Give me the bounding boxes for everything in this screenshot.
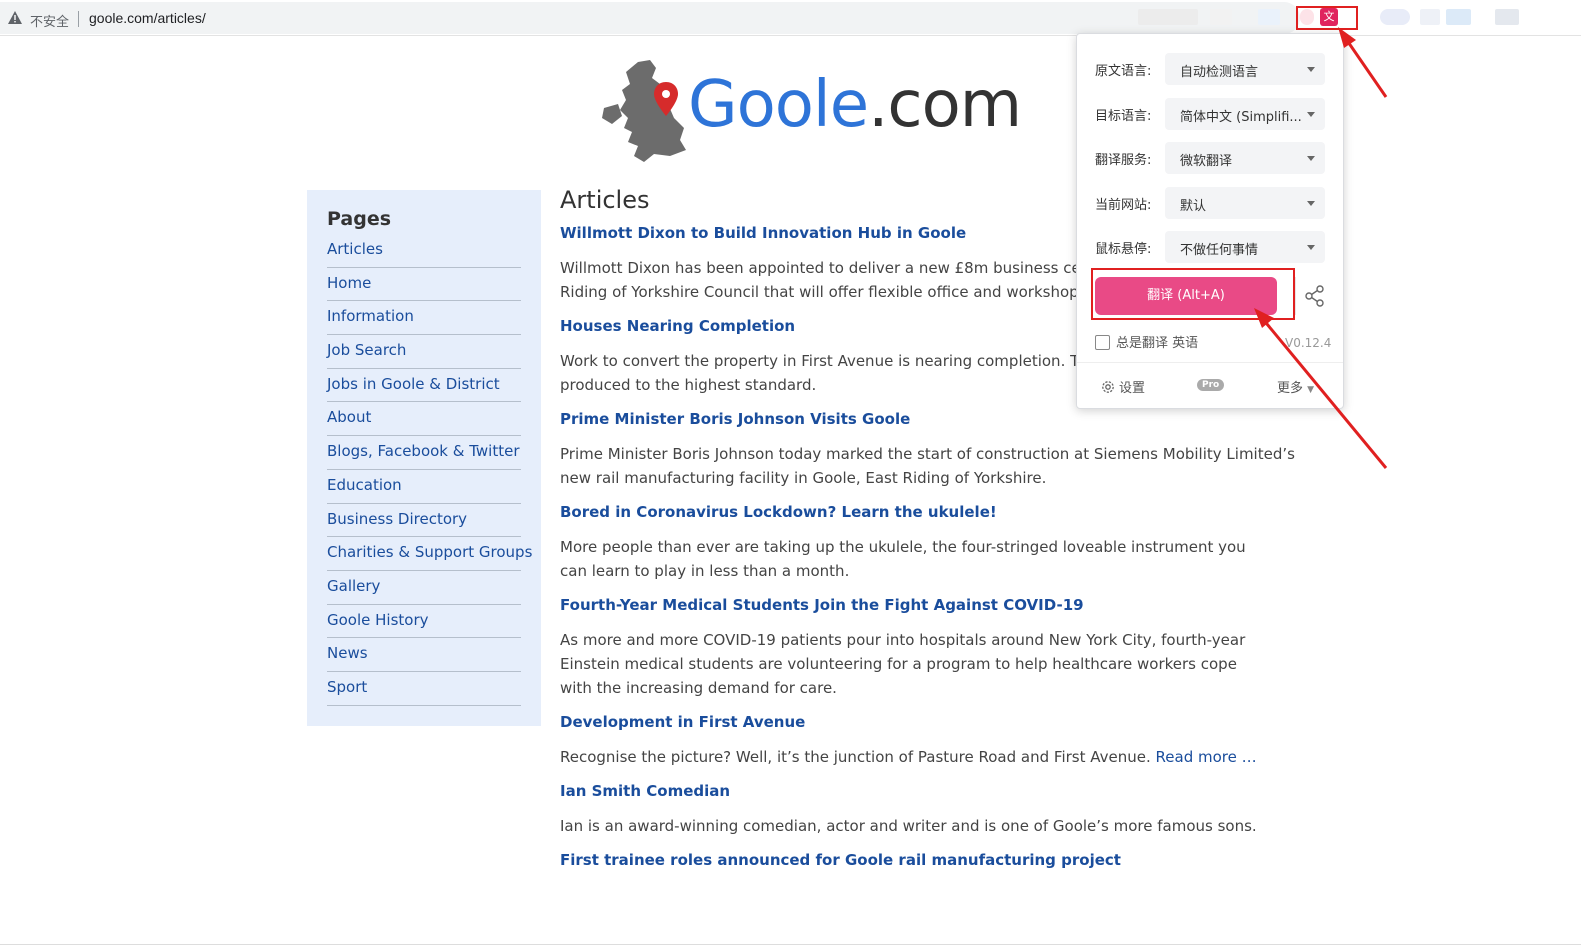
sidebar-heading: Pages bbox=[327, 208, 392, 230]
sidebar-item[interactable]: About bbox=[327, 402, 521, 437]
logo-brand: Goole bbox=[688, 68, 869, 142]
extension-icon[interactable] bbox=[1258, 9, 1280, 25]
mouse-hover-row: 鼠标悬停: 不做任何事情 bbox=[1095, 231, 1335, 263]
logo-wordmark: Goole.com bbox=[688, 68, 1022, 142]
read-more-link[interactable]: Read more … bbox=[1156, 748, 1257, 766]
sidebar-item[interactable]: Goole History bbox=[327, 605, 521, 639]
mouse-hover-select[interactable]: 不做任何事情 bbox=[1165, 231, 1325, 263]
always-translate-checkbox[interactable] bbox=[1095, 335, 1110, 350]
extension-icon[interactable] bbox=[1380, 9, 1410, 25]
extension-icon[interactable] bbox=[1138, 9, 1198, 25]
row-label: 翻译服务: bbox=[1095, 153, 1152, 168]
article-summary: Recognise the picture? Well, it’s the ju… bbox=[560, 745, 1300, 769]
always-translate-option[interactable]: 总是翻译 英语 bbox=[1095, 332, 1198, 351]
separator bbox=[78, 11, 79, 27]
pro-badge[interactable]: Pro bbox=[1197, 379, 1225, 391]
current-site-row: 当前网站: 默认 bbox=[1095, 187, 1335, 219]
sidebar-item[interactable]: Charities & Support Groups bbox=[327, 537, 532, 571]
chevron-down-icon bbox=[1307, 156, 1315, 161]
sidebar-item[interactable]: Home bbox=[327, 268, 521, 302]
current-site-select[interactable]: 默认 bbox=[1165, 187, 1325, 219]
article-title[interactable]: Ian Smith Comedian bbox=[560, 782, 1320, 800]
target-language-select[interactable]: 简体中文 (Simplifi... bbox=[1165, 98, 1325, 130]
sidebar-item[interactable]: Education bbox=[327, 470, 521, 504]
annotation-arrow bbox=[1338, 27, 1388, 98]
source-language-row: 原文语言: 自动检测语言 bbox=[1095, 53, 1335, 85]
extension-icon[interactable] bbox=[1446, 9, 1471, 25]
sidebar: Pages Articles Home Information Job Sear… bbox=[307, 190, 541, 726]
row-label: 当前网站: bbox=[1095, 198, 1152, 213]
always-translate-label: 总是翻译 英语 bbox=[1116, 336, 1199, 351]
select-value: 自动检测语言 bbox=[1180, 65, 1259, 80]
divider bbox=[0, 944, 1581, 945]
warning-icon[interactable] bbox=[8, 11, 22, 24]
article-title[interactable]: Fourth-Year Medical Students Join the Fi… bbox=[560, 596, 1320, 614]
extension-icon[interactable] bbox=[1495, 9, 1519, 25]
select-value: 不做任何事情 bbox=[1180, 243, 1259, 258]
sidebar-item[interactable]: Jobs in Goole & District bbox=[327, 369, 521, 403]
chevron-down-icon bbox=[1307, 67, 1315, 72]
source-language-select[interactable]: 自动检测语言 bbox=[1165, 53, 1325, 85]
browser-toolbar: 不安全 goole.com/articles/ 文 bbox=[0, 0, 1581, 36]
article-title[interactable]: Bored in Coronavirus Lockdown? Learn the… bbox=[560, 503, 1320, 521]
chevron-down-icon bbox=[1307, 245, 1315, 250]
sidebar-item[interactable]: Gallery bbox=[327, 571, 521, 605]
article-summary-text: Recognise the picture? Well, it’s the ju… bbox=[560, 748, 1151, 766]
share-button[interactable] bbox=[1295, 277, 1333, 315]
select-value: 简体中文 (Simplifi... bbox=[1180, 110, 1302, 125]
chevron-down-icon bbox=[1307, 201, 1315, 206]
sidebar-item[interactable]: Business Directory bbox=[327, 504, 521, 538]
article-summary: Ian is an award-winning comedian, actor … bbox=[560, 817, 1257, 835]
annotation-box bbox=[1296, 6, 1358, 30]
extension-icon[interactable] bbox=[1420, 9, 1440, 25]
article-title[interactable]: First trainee roles announced for Goole … bbox=[560, 851, 1320, 869]
row-label: 目标语言: bbox=[1095, 109, 1152, 124]
uk-map-icon bbox=[602, 60, 686, 162]
divider bbox=[1077, 362, 1343, 363]
chevron-down-icon: ▼ bbox=[1307, 385, 1315, 395]
article-summary: More people than ever are taking up the … bbox=[560, 538, 1246, 580]
chevron-down-icon bbox=[1307, 112, 1315, 117]
url-text[interactable]: goole.com/articles/ bbox=[89, 10, 206, 26]
sidebar-item[interactable]: Articles bbox=[327, 234, 521, 268]
translator-popup: 原文语言: 自动检测语言 目标语言: 简体中文 (Simplifi... 翻译服… bbox=[1076, 33, 1344, 409]
security-label[interactable]: 不安全 bbox=[30, 11, 69, 30]
target-language-row: 目标语言: 简体中文 (Simplifi... bbox=[1095, 98, 1335, 130]
sidebar-item[interactable]: Job Search bbox=[327, 335, 521, 369]
article-summary: As more and more COVID-19 patients pour … bbox=[560, 631, 1246, 697]
translation-service-row: 翻译服务: 微软翻译 bbox=[1095, 142, 1335, 174]
gear-icon bbox=[1102, 381, 1114, 393]
sidebar-item[interactable]: Information bbox=[327, 301, 521, 336]
more-menu[interactable]: 更多 ▼ bbox=[1277, 377, 1314, 396]
article-title[interactable]: Prime Minister Boris Johnson Visits Gool… bbox=[560, 410, 1320, 428]
article-title[interactable]: Development in First Avenue bbox=[560, 713, 1320, 731]
annotation-box bbox=[1091, 268, 1295, 320]
logo-suffix: .com bbox=[868, 68, 1022, 142]
article-summary: Prime Minister Boris Johnson today marke… bbox=[560, 445, 1295, 487]
settings-label: 设置 bbox=[1119, 381, 1146, 396]
sidebar-item[interactable]: Sport bbox=[327, 672, 521, 706]
version-label: V0.12.4 bbox=[1285, 336, 1332, 350]
select-value: 微软翻译 bbox=[1180, 154, 1233, 169]
extension-icon[interactable] bbox=[1210, 9, 1232, 25]
site-logo[interactable]: Goole.com bbox=[598, 58, 1022, 164]
translation-service-select[interactable]: 微软翻译 bbox=[1165, 142, 1325, 174]
sidebar-item[interactable]: News bbox=[327, 638, 521, 672]
settings-link[interactable]: 设置 bbox=[1101, 377, 1145, 396]
sidebar-item[interactable]: Blogs, Facebook & Twitter bbox=[327, 436, 521, 470]
row-label: 鼠标悬停: bbox=[1095, 242, 1152, 257]
address-bar[interactable]: 不安全 goole.com/articles/ bbox=[0, 2, 1300, 34]
select-value: 默认 bbox=[1180, 199, 1207, 214]
share-icon bbox=[1305, 285, 1324, 307]
row-label: 原文语言: bbox=[1095, 64, 1152, 79]
more-label: 更多 bbox=[1277, 381, 1304, 396]
